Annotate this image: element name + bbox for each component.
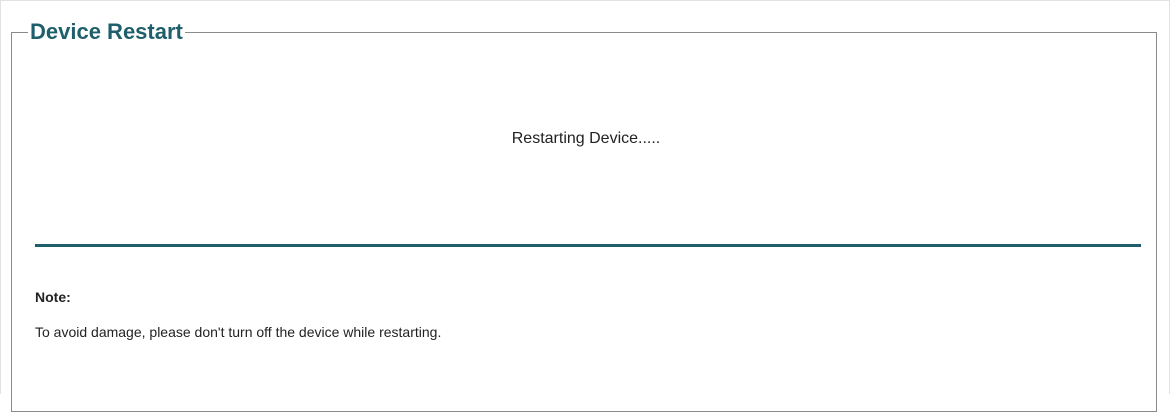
note-text: To avoid damage, please don't turn off t…: [35, 324, 442, 340]
note-label: Note:: [35, 289, 71, 305]
restart-status-text: Restarting Device.....: [511, 130, 661, 147]
device-restart-panel: [11, 32, 1157, 412]
panel-title: Device Restart: [28, 18, 185, 46]
divider: [35, 244, 1141, 247]
page-container: Device Restart Restarting Device..... No…: [0, 0, 1170, 412]
